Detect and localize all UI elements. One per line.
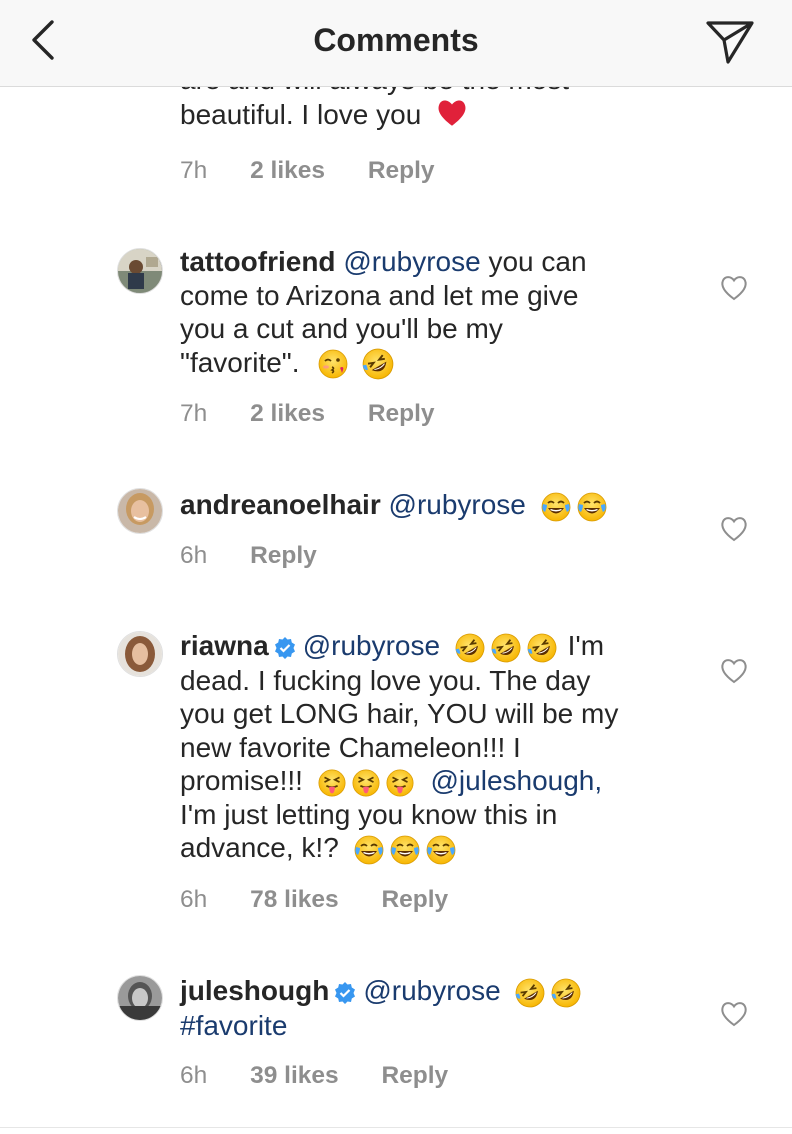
comment-time: 7h <box>180 400 208 427</box>
page-title: Comments <box>313 22 479 58</box>
comment-text-line: "favorite". <box>180 346 300 378</box>
rolling-on-floor-laughing-icon <box>361 347 395 381</box>
comment-text-line: you can <box>480 246 587 277</box>
comment-text: riawna @rubyrose I'm dead. I fucking love… <box>180 629 700 866</box>
reply-button[interactable]: Reply <box>368 157 435 185</box>
send-icon <box>706 21 754 64</box>
share-button[interactable] <box>704 18 756 66</box>
comment-text: tattoofriend @rubyrose you can come to A… <box>180 245 680 381</box>
comment-username[interactable]: tattoofriend <box>180 246 336 277</box>
verified-badge-icon <box>335 981 356 1004</box>
comment-text: andreanoelhair @rubyrose <box>180 488 680 523</box>
face-with-tears-of-joy-icon <box>389 834 421 866</box>
rolling-on-floor-laughing-icon <box>454 632 486 664</box>
comment-text-line: I'm just letting you know this in <box>180 798 558 830</box>
reply-button[interactable]: Reply <box>250 542 317 570</box>
comment-time: 6h <box>180 886 208 913</box>
comment-text-line: are and will always be the most <box>180 87 569 95</box>
mention-link[interactable]: @rubyrose <box>303 630 440 661</box>
comment-text: are and will always be the most beautifu… <box>180 87 700 130</box>
like-button[interactable] <box>718 998 750 1028</box>
rolling-on-floor-laughing-icon <box>514 977 546 1009</box>
comment-text: juleshough @rubyrose #favorite <box>180 974 680 1042</box>
avatar[interactable] <box>117 631 163 677</box>
likes-count[interactable]: 78 likes <box>250 886 339 914</box>
comment-text-line: you get LONG hair, YOU will be my <box>180 698 619 730</box>
verified-badge-icon <box>274 636 295 659</box>
avatar-image <box>118 976 162 1020</box>
squinting-face-with-tongue-icon <box>385 768 415 798</box>
comment-meta: 7h 2 likes Reply <box>180 157 471 185</box>
like-button[interactable] <box>718 272 750 302</box>
rolling-on-floor-laughing-icon <box>550 977 582 1009</box>
comment-text-line: new favorite Chameleon!!! I <box>180 731 521 763</box>
reply-button[interactable]: Reply <box>368 400 435 428</box>
hashtag-link[interactable]: #favorite <box>180 1009 680 1043</box>
face-with-tears-of-joy-icon <box>540 491 572 523</box>
comment-text-line: I'm <box>567 630 605 661</box>
rolling-on-floor-laughing-icon <box>526 632 558 664</box>
avatar-image <box>118 249 162 293</box>
comment-text-line: beautiful. I love you <box>180 99 422 130</box>
red-heart-icon <box>435 96 469 130</box>
avatar-image <box>118 632 162 676</box>
mention-link[interactable]: @rubyrose <box>343 246 480 277</box>
heart-outline-icon <box>721 659 747 684</box>
likes-count[interactable]: 2 likes <box>250 400 325 428</box>
reply-button[interactable]: Reply <box>381 886 448 914</box>
comment-meta: 6h Reply <box>180 542 353 570</box>
avatar[interactable] <box>117 488 163 534</box>
avatar-image <box>118 489 162 533</box>
face-with-tears-of-joy-icon <box>425 834 457 866</box>
face-blowing-kiss-icon <box>317 348 349 380</box>
comment-time: 6h <box>180 1062 208 1089</box>
squinting-face-with-tongue-icon <box>317 768 347 798</box>
comment-meta: 6h 39 likes Reply <box>180 1062 484 1090</box>
rolling-on-floor-laughing-icon <box>490 632 522 664</box>
likes-count[interactable]: 2 likes <box>250 157 325 185</box>
header-bar: Comments <box>0 0 792 87</box>
divider <box>0 1127 792 1128</box>
comment-text-line: you a cut and you'll be my <box>180 313 503 344</box>
comment-text-line: advance, k!? <box>180 832 339 864</box>
comment-username[interactable]: juleshough <box>180 975 329 1006</box>
like-button[interactable] <box>718 513 750 543</box>
mention-link[interactable]: @rubyrose <box>389 489 526 520</box>
reply-button[interactable]: Reply <box>381 1062 448 1090</box>
comment-time: 7h <box>180 157 208 184</box>
avatar[interactable] <box>117 248 163 294</box>
like-button[interactable] <box>718 655 750 685</box>
comment-meta: 7h 2 likes Reply <box>180 400 471 428</box>
heart-outline-icon <box>721 1002 747 1027</box>
squinting-face-with-tongue-icon <box>351 768 381 798</box>
comment-username[interactable]: andreanoelhair <box>180 489 381 520</box>
comment-meta: 6h 78 likes Reply <box>180 886 484 914</box>
comment-text-line: promise!!! <box>180 765 303 797</box>
face-with-tears-of-joy-icon <box>353 834 385 866</box>
comment-username[interactable]: riawna <box>180 630 269 661</box>
comment-text-line: dead. I fucking love you. The day <box>180 664 591 696</box>
avatar[interactable] <box>117 975 163 1021</box>
heart-outline-icon <box>721 276 747 301</box>
mention-link[interactable]: @juleshough, <box>431 765 603 796</box>
comment-text-line: come to Arizona and let me give <box>180 279 579 311</box>
face-with-tears-of-joy-icon <box>576 491 608 523</box>
likes-count[interactable]: 39 likes <box>250 1062 339 1090</box>
mention-link[interactable]: @rubyrose <box>363 975 500 1006</box>
heart-outline-icon <box>721 517 747 542</box>
comments-list[interactable]: are and will always be the most beautifu… <box>0 87 792 1134</box>
comment-time: 6h <box>180 542 208 569</box>
